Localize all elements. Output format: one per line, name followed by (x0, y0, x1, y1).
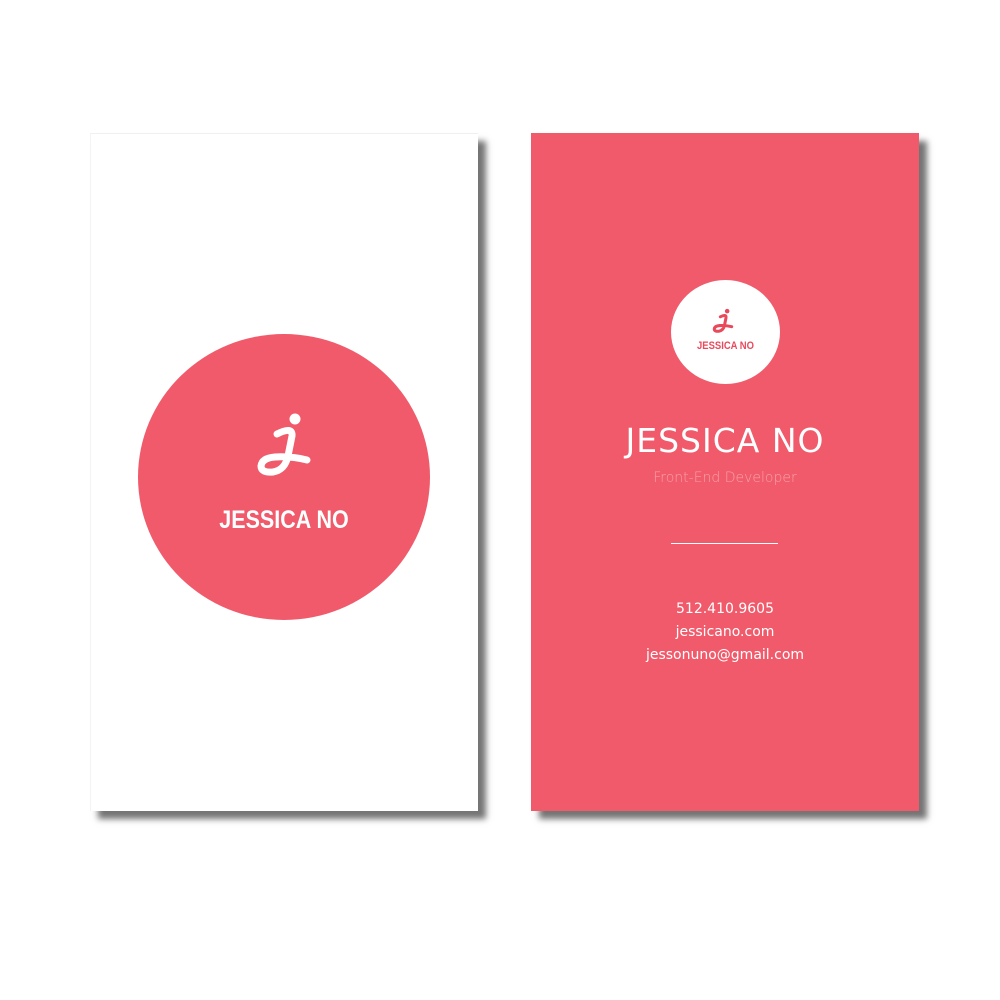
back-logo-circle: JESSICA NO (671, 280, 780, 384)
business-card-back: JESSICA NO JESSICA NO Front-End Develope… (531, 133, 919, 811)
j-monogram-icon (257, 413, 311, 476)
front-name: JESSICA NO (219, 506, 349, 534)
contact-phone: 512.410.9605 (676, 601, 774, 617)
back-circle-name: JESSICA NO (697, 340, 754, 352)
card-job-title: Front-End Developer (653, 470, 797, 486)
card-name: JESSICA NO (625, 421, 825, 460)
contact-email: jessonuno@gmail.com (645, 647, 805, 663)
front-logo-circle: JESSICA NO (138, 334, 430, 620)
contact-website: jessicano.com (675, 624, 775, 640)
business-card-front: JESSICA NO (90, 133, 478, 811)
canvas: JESSICA NO JESSICA NO JESSICA NO Front-E… (0, 0, 1000, 1000)
j-monogram-icon (712, 308, 734, 333)
divider (671, 543, 778, 544)
